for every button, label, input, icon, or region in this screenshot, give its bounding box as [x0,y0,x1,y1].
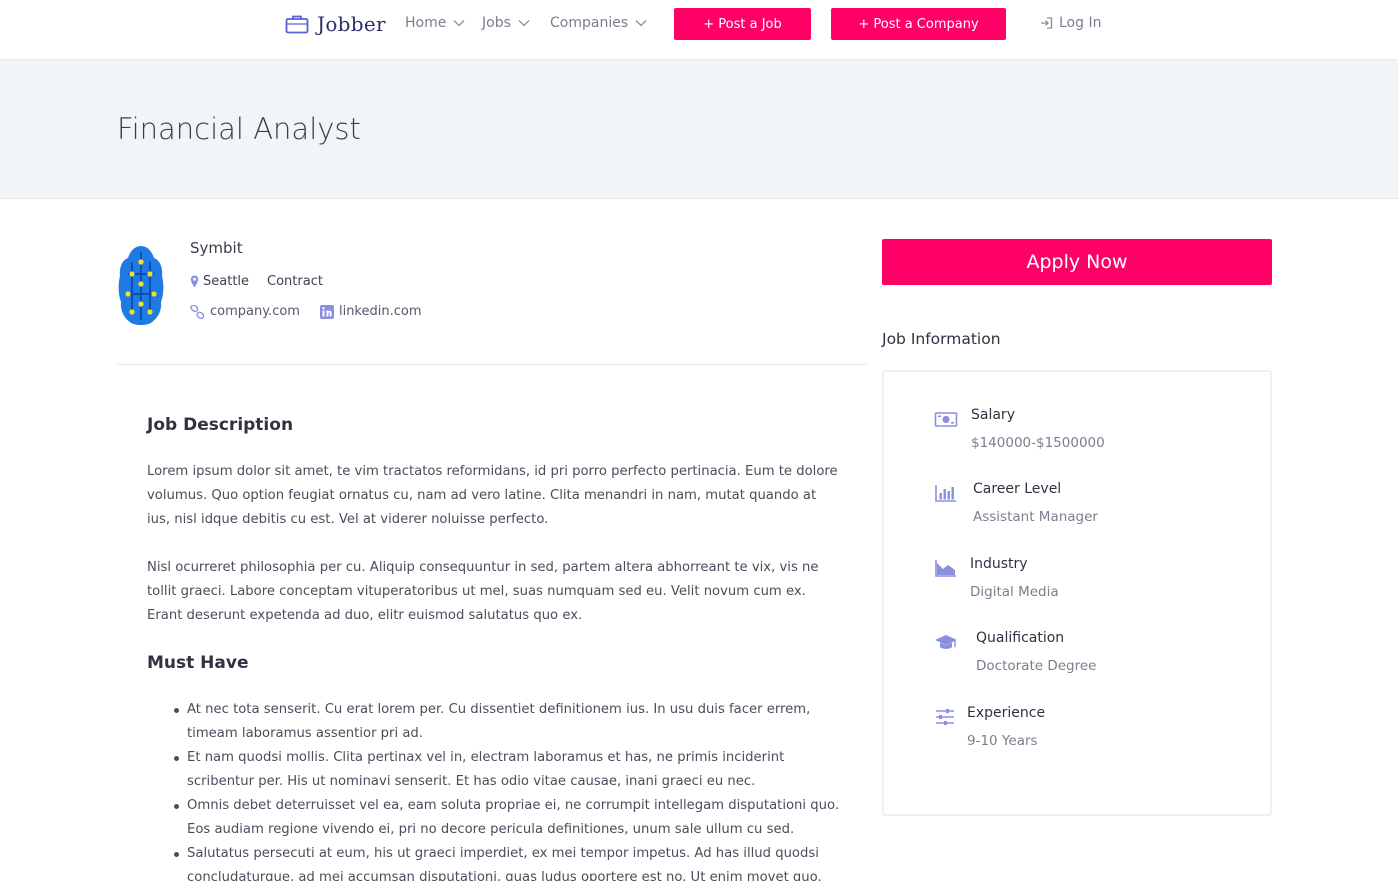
job-location: Seattle [190,274,249,289]
info-value: 9-10 Years [967,733,1038,749]
money-icon [934,412,958,427]
description-paragraph: Nisl ocurreret philosophia per cu. Aliqu… [147,560,819,623]
company-logo [118,246,164,325]
nav-companies[interactable]: Companies [550,15,647,31]
job-information-card: Salary $140000-$1500000 Career Level Ass… [882,370,1272,816]
brand-logo[interactable]: Jobber [285,10,386,38]
nav-companies-label: Companies [550,15,629,31]
info-label: Experience [967,705,1046,721]
company-website-text: company.com [210,304,300,319]
company-links: company.com linkedin.com [190,304,422,319]
section-divider [117,364,867,365]
graduation-cap-icon [935,635,957,649]
brand-name: Jobber [317,12,386,36]
info-label: Qualification [976,630,1065,646]
page-title-band: Financial Analyst [0,60,1398,199]
job-information-title: Job Information [882,330,1001,348]
briefcase-icon [285,15,309,34]
link-icon [190,304,205,319]
must-have-list: At nec tota senserit. Cu erat lorem per.… [174,698,847,881]
chevron-down-icon [518,20,530,27]
company-linkedin-text: linkedin.com [338,304,422,319]
nav-jobs[interactable]: Jobs [482,15,530,31]
sign-in-icon [1041,17,1053,29]
job-meta: Seattle Contract [190,274,323,289]
info-label: Career Level [973,481,1062,497]
linkedin-icon [319,304,334,319]
list-item: Omnis debet deterruisset vel ea, eam sol… [174,794,847,842]
nav-home[interactable]: Home [405,15,465,31]
area-chart-icon [935,560,956,577]
job-location-text: Seattle [203,274,250,289]
list-item: Salutatus persecuti at eum, his ut graec… [174,842,847,881]
company-linkedin-link[interactable]: linkedin.com [319,304,422,319]
company-name: Symbit [190,239,243,257]
sliders-icon [936,709,954,725]
info-value: Assistant Manager [973,509,1098,525]
nav-home-label: Home [405,15,447,31]
apply-now-button[interactable]: Apply Now [882,239,1272,285]
bar-chart-icon [935,485,956,502]
post-company-button[interactable]: + Post a Company [831,8,1006,40]
login-link[interactable]: Log In [1040,15,1101,31]
info-label: Industry [970,556,1028,572]
page-title: Financial Analyst [117,112,361,146]
list-item: At nec tota senserit. Cu erat lorem per.… [174,698,847,746]
top-navbar: Jobber Home Jobs Companies + Post a Job … [0,0,1398,60]
login-label: Log In [1059,15,1102,31]
description-paragraph: Lorem ipsum dolor sit amet, te vim tract… [147,464,838,527]
map-marker-icon [190,275,199,288]
chevron-down-icon [453,20,465,27]
post-job-button[interactable]: + Post a Job [674,8,811,40]
info-value: Digital Media [970,584,1059,600]
info-value: $140000-$1500000 [971,435,1105,451]
info-value: Doctorate Degree [976,658,1097,674]
nav-jobs-label: Jobs [482,15,511,31]
list-item: Et nam quodsi mollis. Clita pertinax vel… [174,746,847,794]
job-description-heading: Job Description [147,415,294,435]
must-have-heading: Must Have [147,653,249,673]
company-website-link[interactable]: company.com [190,304,300,319]
chevron-down-icon [635,20,647,27]
job-type: Contract [267,274,323,289]
info-label: Salary [971,407,1015,423]
